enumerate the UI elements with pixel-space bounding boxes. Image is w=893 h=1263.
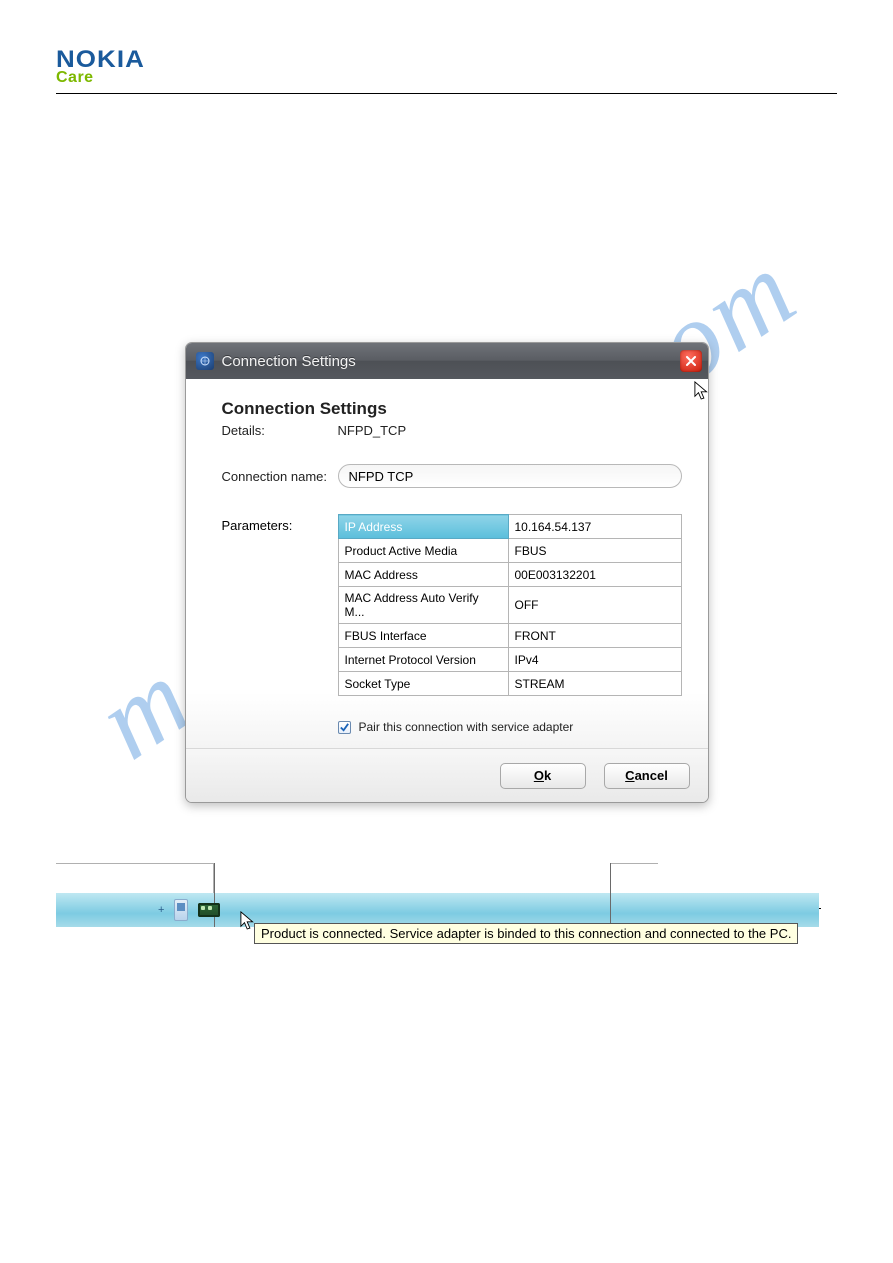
- param-value: FBUS: [508, 539, 681, 563]
- param-value: STREAM: [508, 672, 681, 696]
- table-row[interactable]: Product Active Media FBUS: [338, 539, 681, 563]
- param-key: MAC Address: [338, 563, 508, 587]
- param-value: 10.164.54.137: [508, 515, 681, 539]
- param-key: MAC Address Auto Verify M...: [338, 587, 508, 624]
- table-row[interactable]: Socket Type STREAM: [338, 672, 681, 696]
- close-button[interactable]: [680, 350, 702, 372]
- parameters-table[interactable]: IP Address 10.164.54.137 Product Active …: [338, 514, 682, 696]
- param-value: IPv4: [508, 648, 681, 672]
- logo-nokia: NOKIA: [56, 48, 893, 72]
- param-value: FRONT: [508, 624, 681, 648]
- ok-button[interactable]: Ok: [500, 763, 586, 789]
- param-key: FBUS Interface: [338, 624, 508, 648]
- param-value: OFF: [508, 587, 681, 624]
- table-row[interactable]: MAC Address Auto Verify M... OFF: [338, 587, 681, 624]
- dialog-titlebar: Connection Settings: [186, 343, 708, 379]
- page-header: NOKIA Care: [56, 48, 837, 94]
- param-value: 00E003132201: [508, 563, 681, 587]
- phone-icon: [174, 899, 188, 921]
- table-row[interactable]: FBUS Interface FRONT: [338, 624, 681, 648]
- param-key: Internet Protocol Version: [338, 648, 508, 672]
- details-value: NFPD_TCP: [338, 423, 407, 438]
- dialog-button-bar: Ok Cancel: [186, 748, 708, 802]
- connection-name-input[interactable]: [338, 464, 682, 488]
- connection-name-label: Connection name:: [222, 469, 338, 484]
- param-key: Socket Type: [338, 672, 508, 696]
- param-key: IP Address: [338, 515, 508, 539]
- adapter-icon: [198, 903, 220, 917]
- status-tooltip: Product is connected. Service adapter is…: [254, 923, 798, 944]
- param-key: Product Active Media: [338, 539, 508, 563]
- table-row[interactable]: MAC Address 00E003132201: [338, 563, 681, 587]
- app-icon: [196, 352, 214, 370]
- cancel-button[interactable]: Cancel: [604, 763, 690, 789]
- dialog-title: Connection Settings: [222, 353, 356, 370]
- details-label: Details:: [222, 423, 338, 438]
- connection-settings-dialog: Connection Settings Connection Settings …: [185, 342, 709, 803]
- table-row[interactable]: Internet Protocol Version IPv4: [338, 648, 681, 672]
- section-heading: Connection Settings: [222, 399, 682, 419]
- status-strip: + Product is connected. Service adapter …: [56, 863, 819, 969]
- expand-icon[interactable]: +: [158, 904, 164, 916]
- pair-checkbox[interactable]: [338, 721, 351, 734]
- parameters-label: Parameters:: [222, 514, 338, 533]
- table-row[interactable]: IP Address 10.164.54.137: [338, 515, 681, 539]
- pair-checkbox-label: Pair this connection with service adapte…: [359, 720, 574, 734]
- dialog-body: Connection Settings Details: NFPD_TCP Co…: [186, 379, 708, 748]
